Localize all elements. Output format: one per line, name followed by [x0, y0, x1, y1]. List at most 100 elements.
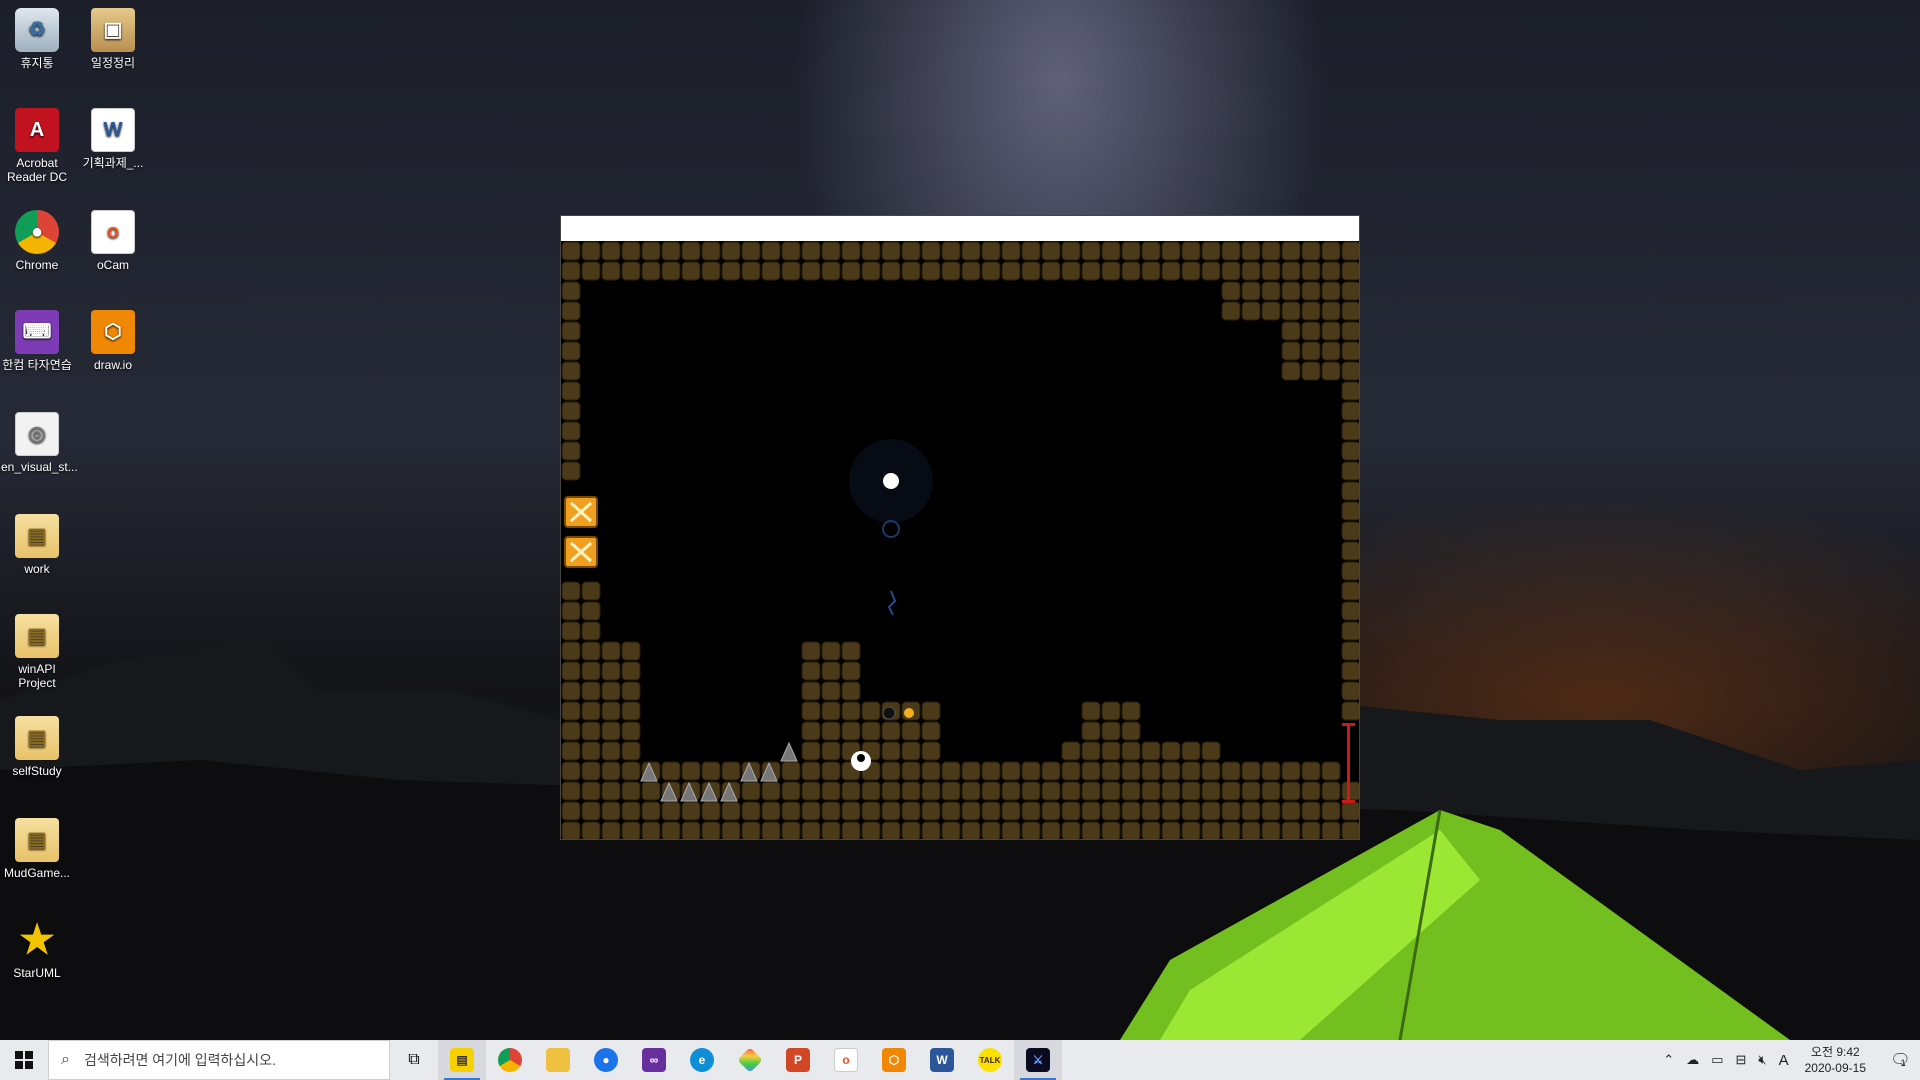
- terrain-tile: [1281, 301, 1301, 321]
- terrain-tile: [781, 821, 801, 839]
- terrain-tile: [781, 261, 801, 281]
- taskbar-app-visual-studio[interactable]: ∞: [630, 1040, 678, 1080]
- clock[interactable]: 오전 9:42 2020-09-15: [1795, 1044, 1876, 1076]
- taskbar-app-chrome[interactable]: [486, 1040, 534, 1080]
- terrain-tile: [1061, 241, 1081, 261]
- desktop-icon-word-doc[interactable]: W 기획과제_...: [77, 108, 149, 170]
- terrain-tile: [1301, 281, 1321, 301]
- clock-time: 오전 9:42: [1810, 1045, 1860, 1059]
- terrain-tile: [561, 781, 581, 801]
- terrain-tile: [781, 241, 801, 261]
- terrain-tile: [581, 721, 601, 741]
- terrain-tile: [721, 261, 741, 281]
- terrain-tile: [1261, 261, 1281, 281]
- volume-muted-icon[interactable]: 🔇︎: [1752, 1052, 1772, 1068]
- system-tray: ⌃ ☁ ▭ ⊟ 🔇︎ A 오전 9:42 2020-09-15 🗨︎ 1: [1657, 1040, 1920, 1080]
- action-center-button[interactable]: 🗨︎ 1: [1876, 1040, 1920, 1080]
- terrain-tile: [1181, 261, 1201, 281]
- staruml-icon: ★: [19, 918, 55, 962]
- taskbar-app-word[interactable]: W: [918, 1040, 966, 1080]
- terrain-tile: [881, 761, 901, 781]
- taskbar-app-maps[interactable]: ●: [582, 1040, 630, 1080]
- taskbar-app-kakaotalk[interactable]: TALK: [966, 1040, 1014, 1080]
- terrain-tile: [921, 821, 941, 839]
- terrain-tile: [981, 261, 1001, 281]
- terrain-tile: [601, 241, 621, 261]
- terrain-tile: [1281, 341, 1301, 361]
- game-window[interactable]: [560, 215, 1360, 840]
- terrain-tile: [781, 761, 801, 781]
- taskbar-search[interactable]: ⌕ 검색하려면 여기에 입력하십시오.: [48, 1040, 390, 1080]
- word-icon: W: [930, 1048, 954, 1072]
- terrain-tile: [1341, 241, 1359, 261]
- desktop-icon-recycle-bin[interactable]: ♻ 휴지통: [1, 8, 73, 70]
- taskbar-app-edge[interactable]: e: [678, 1040, 726, 1080]
- desktop-icon-acrobat[interactable]: A Acrobat Reader DC: [1, 108, 73, 184]
- desktop-icon-schedule[interactable]: ▣ 일정정리: [77, 8, 149, 70]
- desktop-icon-drawio[interactable]: ⬡ draw.io: [77, 310, 149, 372]
- taskbar-app-game[interactable]: ⚔: [1014, 1040, 1062, 1080]
- terrain-tile: [1341, 421, 1359, 441]
- terrain-tile: [841, 681, 861, 701]
- terrain-tile: [1321, 781, 1341, 801]
- terrain-tile: [1041, 261, 1061, 281]
- terrain-tile: [1201, 741, 1221, 761]
- terrain-tile: [1341, 621, 1359, 641]
- task-view-button[interactable]: ⧉: [390, 1040, 438, 1080]
- terrain-tile: [1201, 821, 1221, 839]
- terrain-tile: [1281, 821, 1301, 839]
- cloud-icon[interactable]: ☁: [1680, 1052, 1705, 1068]
- desktop-icon-label: 휴지통: [20, 56, 54, 70]
- terrain-tile: [1141, 801, 1161, 821]
- terrain-tile: [581, 261, 601, 281]
- start-button[interactable]: [0, 1040, 48, 1080]
- taskbar-app-paint[interactable]: [726, 1040, 774, 1080]
- exit-gate-top: [1342, 723, 1355, 726]
- desktop-icon-staruml[interactable]: ★ StarUML: [1, 918, 73, 980]
- terrain-tile: [1281, 261, 1301, 281]
- terrain-tile: [921, 701, 941, 721]
- desktop-icon-work[interactable]: ▤ work: [1, 514, 73, 576]
- terrain-tile: [1341, 261, 1359, 281]
- desktop-icon-mudgame[interactable]: ▤ MudGame...: [1, 818, 73, 880]
- terrain-tile: [561, 701, 581, 721]
- window-title-bar[interactable]: [561, 216, 1359, 241]
- chevron-up-icon[interactable]: ⌃: [1657, 1052, 1680, 1068]
- desktop-icon-chrome[interactable]: ● Chrome: [1, 210, 73, 272]
- terrain-tile: [561, 681, 581, 701]
- ime-indicator[interactable]: A: [1773, 1052, 1795, 1069]
- drawio-icon: ⬡: [91, 310, 135, 354]
- terrain-tile: [841, 241, 861, 261]
- taskbar-app-sticky-notes[interactable]: ▤: [438, 1040, 486, 1080]
- desktop-icon-selfstudy[interactable]: ▤ selfStudy: [1, 716, 73, 778]
- terrain-tile: [1081, 741, 1101, 761]
- powerpoint-icon: P: [786, 1048, 810, 1072]
- game-canvas[interactable]: [561, 241, 1359, 839]
- terrain-tile: [801, 241, 821, 261]
- desktop-icon-hancom[interactable]: ⌨ 한컴 타자연습: [1, 310, 73, 372]
- terrain-tile: [781, 781, 801, 801]
- terrain-tile: [1281, 241, 1301, 261]
- desktop-icon-winapi-project[interactable]: ▤ winAPI Project: [1, 614, 73, 690]
- taskbar-app-powerpoint[interactable]: P: [774, 1040, 822, 1080]
- terrain-tile: [1261, 301, 1281, 321]
- desktop-icon-ocam[interactable]: o oCam: [77, 210, 149, 272]
- terrain-tile: [621, 761, 641, 781]
- terrain-tile: [961, 821, 981, 839]
- terrain-tile: [821, 241, 841, 261]
- terrain-tile: [621, 741, 641, 761]
- terrain-tile: [861, 821, 881, 839]
- taskbar-app-ocam[interactable]: o: [822, 1040, 870, 1080]
- taskbar-app-drawio[interactable]: ⬡: [870, 1040, 918, 1080]
- network-icon[interactable]: ⊟: [1729, 1052, 1752, 1068]
- terrain-tile: [1321, 281, 1341, 301]
- desktop-icon-visual-studio-iso[interactable]: ◎ en_visual_st...: [1, 412, 78, 474]
- terrain-tile: [1061, 821, 1081, 839]
- terrain-tile: [1081, 821, 1101, 839]
- taskbar-app-file-explorer[interactable]: [534, 1040, 582, 1080]
- display-icon[interactable]: ▭: [1705, 1052, 1729, 1068]
- terrain-tile: [1081, 801, 1101, 821]
- terrain-tile: [661, 801, 681, 821]
- terrain-tile: [961, 241, 981, 261]
- windows-logo-icon: [15, 1051, 33, 1069]
